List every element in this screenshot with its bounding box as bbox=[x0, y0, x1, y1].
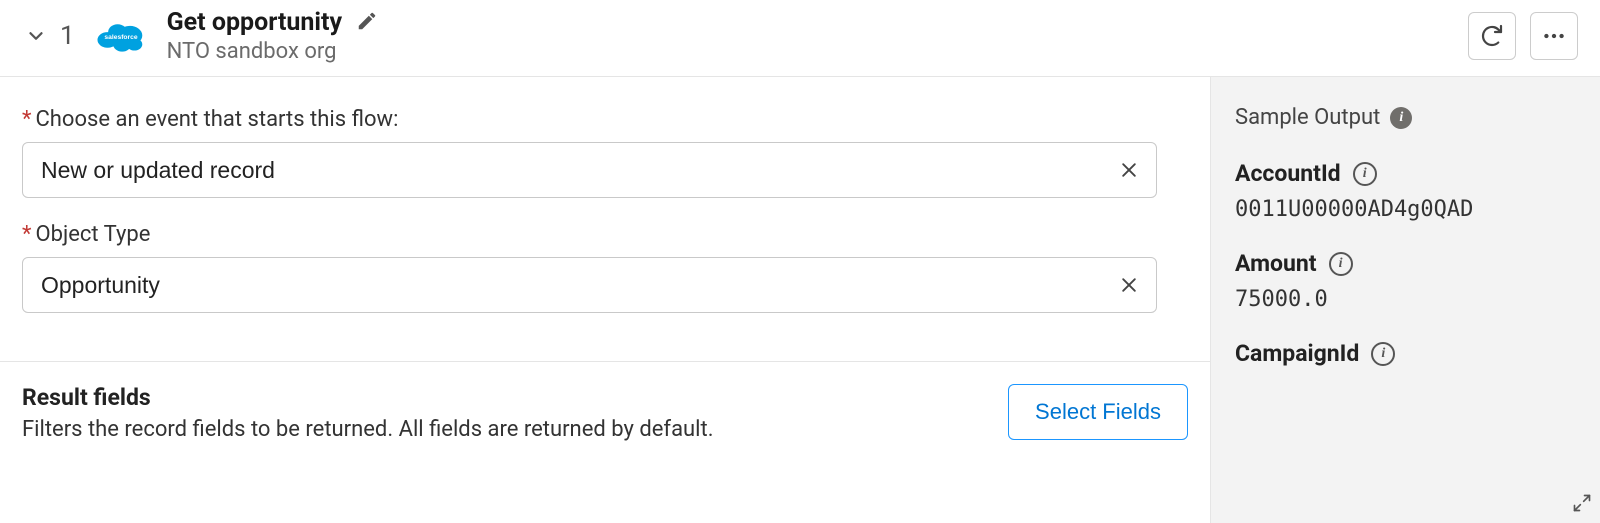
expand-panel-button[interactable] bbox=[1572, 493, 1592, 517]
sample-output-title: Sample Output bbox=[1235, 105, 1380, 130]
close-icon bbox=[1119, 160, 1139, 180]
collapse-toggle[interactable] bbox=[22, 22, 50, 50]
salesforce-logo: salesforce bbox=[93, 16, 149, 56]
pencil-icon bbox=[356, 10, 378, 32]
output-field: Amount i 75000.0 bbox=[1235, 250, 1576, 312]
info-icon[interactable]: i bbox=[1390, 107, 1412, 129]
result-fields-section: Result fields Filters the record fields … bbox=[0, 362, 1210, 454]
refresh-button[interactable] bbox=[1468, 12, 1516, 60]
event-clear-button[interactable] bbox=[1109, 150, 1149, 190]
info-icon[interactable]: i bbox=[1329, 252, 1353, 276]
output-field-label: CampaignId bbox=[1235, 340, 1359, 367]
object-type-field: *Object Type bbox=[22, 222, 1188, 313]
output-field-value: 75000.0 bbox=[1235, 287, 1576, 312]
main-panel: *Choose an event that starts this flow: … bbox=[0, 77, 1210, 523]
event-field-label: Choose an event that starts this flow: bbox=[35, 107, 398, 132]
chevron-down-icon bbox=[25, 25, 47, 47]
ellipsis-icon bbox=[1541, 23, 1567, 49]
info-icon[interactable]: i bbox=[1353, 162, 1377, 186]
refresh-icon bbox=[1480, 24, 1504, 48]
output-field: AccountId i 0011U00000AD4g0QAD bbox=[1235, 160, 1576, 222]
svg-text:salesforce: salesforce bbox=[104, 34, 138, 41]
event-input[interactable] bbox=[22, 142, 1157, 198]
object-type-clear-button[interactable] bbox=[1109, 265, 1149, 305]
event-field: *Choose an event that starts this flow: bbox=[22, 107, 1188, 198]
required-indicator: * bbox=[22, 107, 31, 132]
info-icon[interactable]: i bbox=[1371, 342, 1395, 366]
step-header: 1 salesforce Get opportunity NTO bbox=[0, 0, 1600, 77]
step-title: Get opportunity bbox=[167, 8, 342, 37]
output-field: CampaignId i bbox=[1235, 340, 1576, 367]
required-indicator: * bbox=[22, 222, 31, 247]
object-type-label: Object Type bbox=[35, 222, 150, 247]
output-field-value: 0011U00000AD4g0QAD bbox=[1235, 197, 1576, 222]
more-actions-button[interactable] bbox=[1530, 12, 1578, 60]
select-fields-button[interactable]: Select Fields bbox=[1008, 384, 1188, 440]
output-field-label: Amount bbox=[1235, 250, 1317, 277]
result-fields-title: Result fields bbox=[22, 384, 988, 411]
sample-output-panel: Sample Output i AccountId i 0011U00000AD… bbox=[1210, 77, 1600, 523]
connection-name: NTO sandbox org bbox=[167, 39, 378, 64]
expand-icon bbox=[1572, 493, 1592, 513]
edit-title-button[interactable] bbox=[356, 10, 378, 36]
object-type-input[interactable] bbox=[22, 257, 1157, 313]
step-number: 1 bbox=[60, 21, 75, 51]
close-icon bbox=[1119, 275, 1139, 295]
result-fields-description: Filters the record fields to be returned… bbox=[22, 417, 988, 442]
output-field-label: AccountId bbox=[1235, 160, 1341, 187]
